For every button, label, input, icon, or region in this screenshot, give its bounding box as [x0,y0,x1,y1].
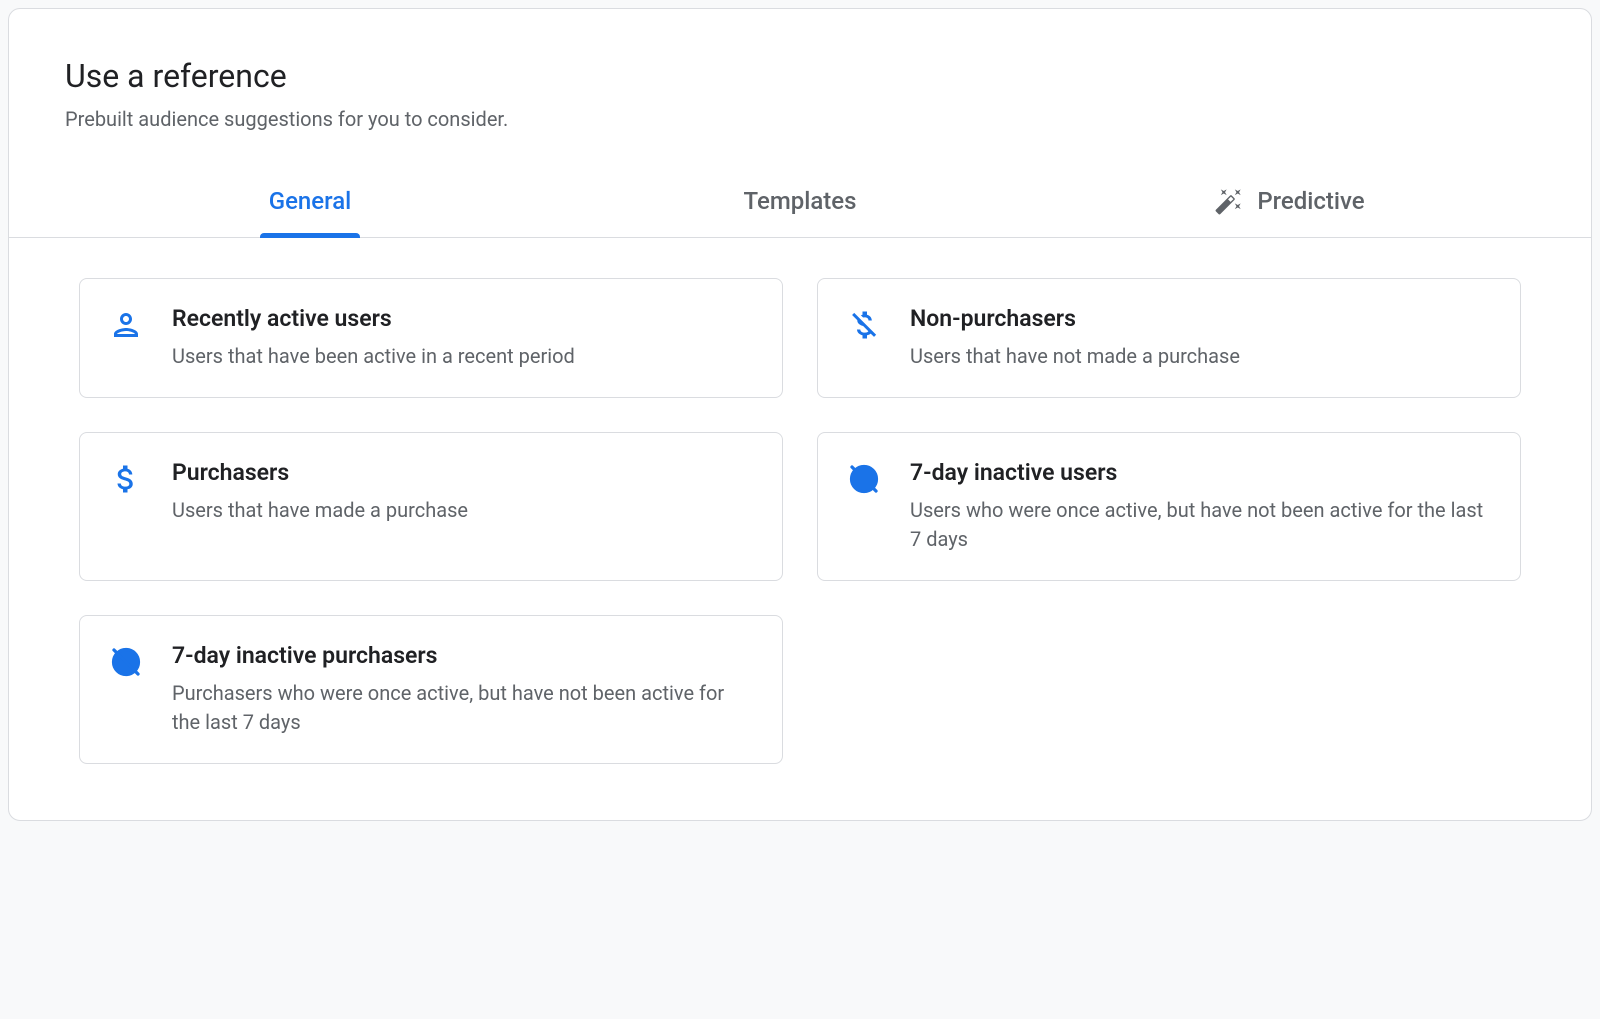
card-body: Purchasers Users that have made a purcha… [172,459,754,525]
panel-subtitle: Prebuilt audience suggestions for you to… [65,107,1535,131]
card-body: Non-purchasers Users that have not made … [910,305,1492,371]
dollar-icon [108,461,144,497]
tab-templates[interactable]: Templates [555,167,1045,237]
clock-off-icon [108,644,144,680]
tab-predictive[interactable]: Predictive [1045,167,1535,237]
tab-label: Templates [743,187,856,215]
card-title: 7-day inactive purchasers [172,642,754,669]
card-title: Purchasers [172,459,754,486]
card-body: 7-day inactive purchasers Purchasers who… [172,642,754,737]
card-7-day-inactive-purchasers[interactable]: 7-day inactive purchasers Purchasers who… [79,615,783,764]
tab-label: General [269,187,352,215]
clock-off-icon [846,461,882,497]
reference-panel: Use a reference Prebuilt audience sugges… [8,8,1592,821]
card-title: 7-day inactive users [910,459,1492,486]
card-description: Users that have been active in a recent … [172,342,754,371]
cards-grid: Recently active users Users that have be… [9,238,1591,820]
card-7-day-inactive-users[interactable]: 7-day inactive users Users who were once… [817,432,1521,581]
card-title: Recently active users [172,305,754,332]
card-description: Users that have not made a purchase [910,342,1492,371]
card-non-purchasers[interactable]: Non-purchasers Users that have not made … [817,278,1521,398]
panel-header: Use a reference Prebuilt audience sugges… [9,9,1591,155]
tab-general[interactable]: General [65,167,555,237]
wand-icon [1215,187,1243,215]
card-body: Recently active users Users that have be… [172,305,754,371]
person-icon [108,307,144,343]
card-recently-active-users[interactable]: Recently active users Users that have be… [79,278,783,398]
card-description: Purchasers who were once active, but hav… [172,679,754,737]
dollar-off-icon [846,307,882,343]
card-purchasers[interactable]: Purchasers Users that have made a purcha… [79,432,783,581]
panel-title: Use a reference [65,57,1535,95]
card-title: Non-purchasers [910,305,1492,332]
card-description: Users who were once active, but have not… [910,496,1492,554]
card-description: Users that have made a purchase [172,496,754,525]
tab-label: Predictive [1257,187,1364,215]
card-body: 7-day inactive users Users who were once… [910,459,1492,554]
tabs-bar: General Templates Predictive [9,167,1591,238]
